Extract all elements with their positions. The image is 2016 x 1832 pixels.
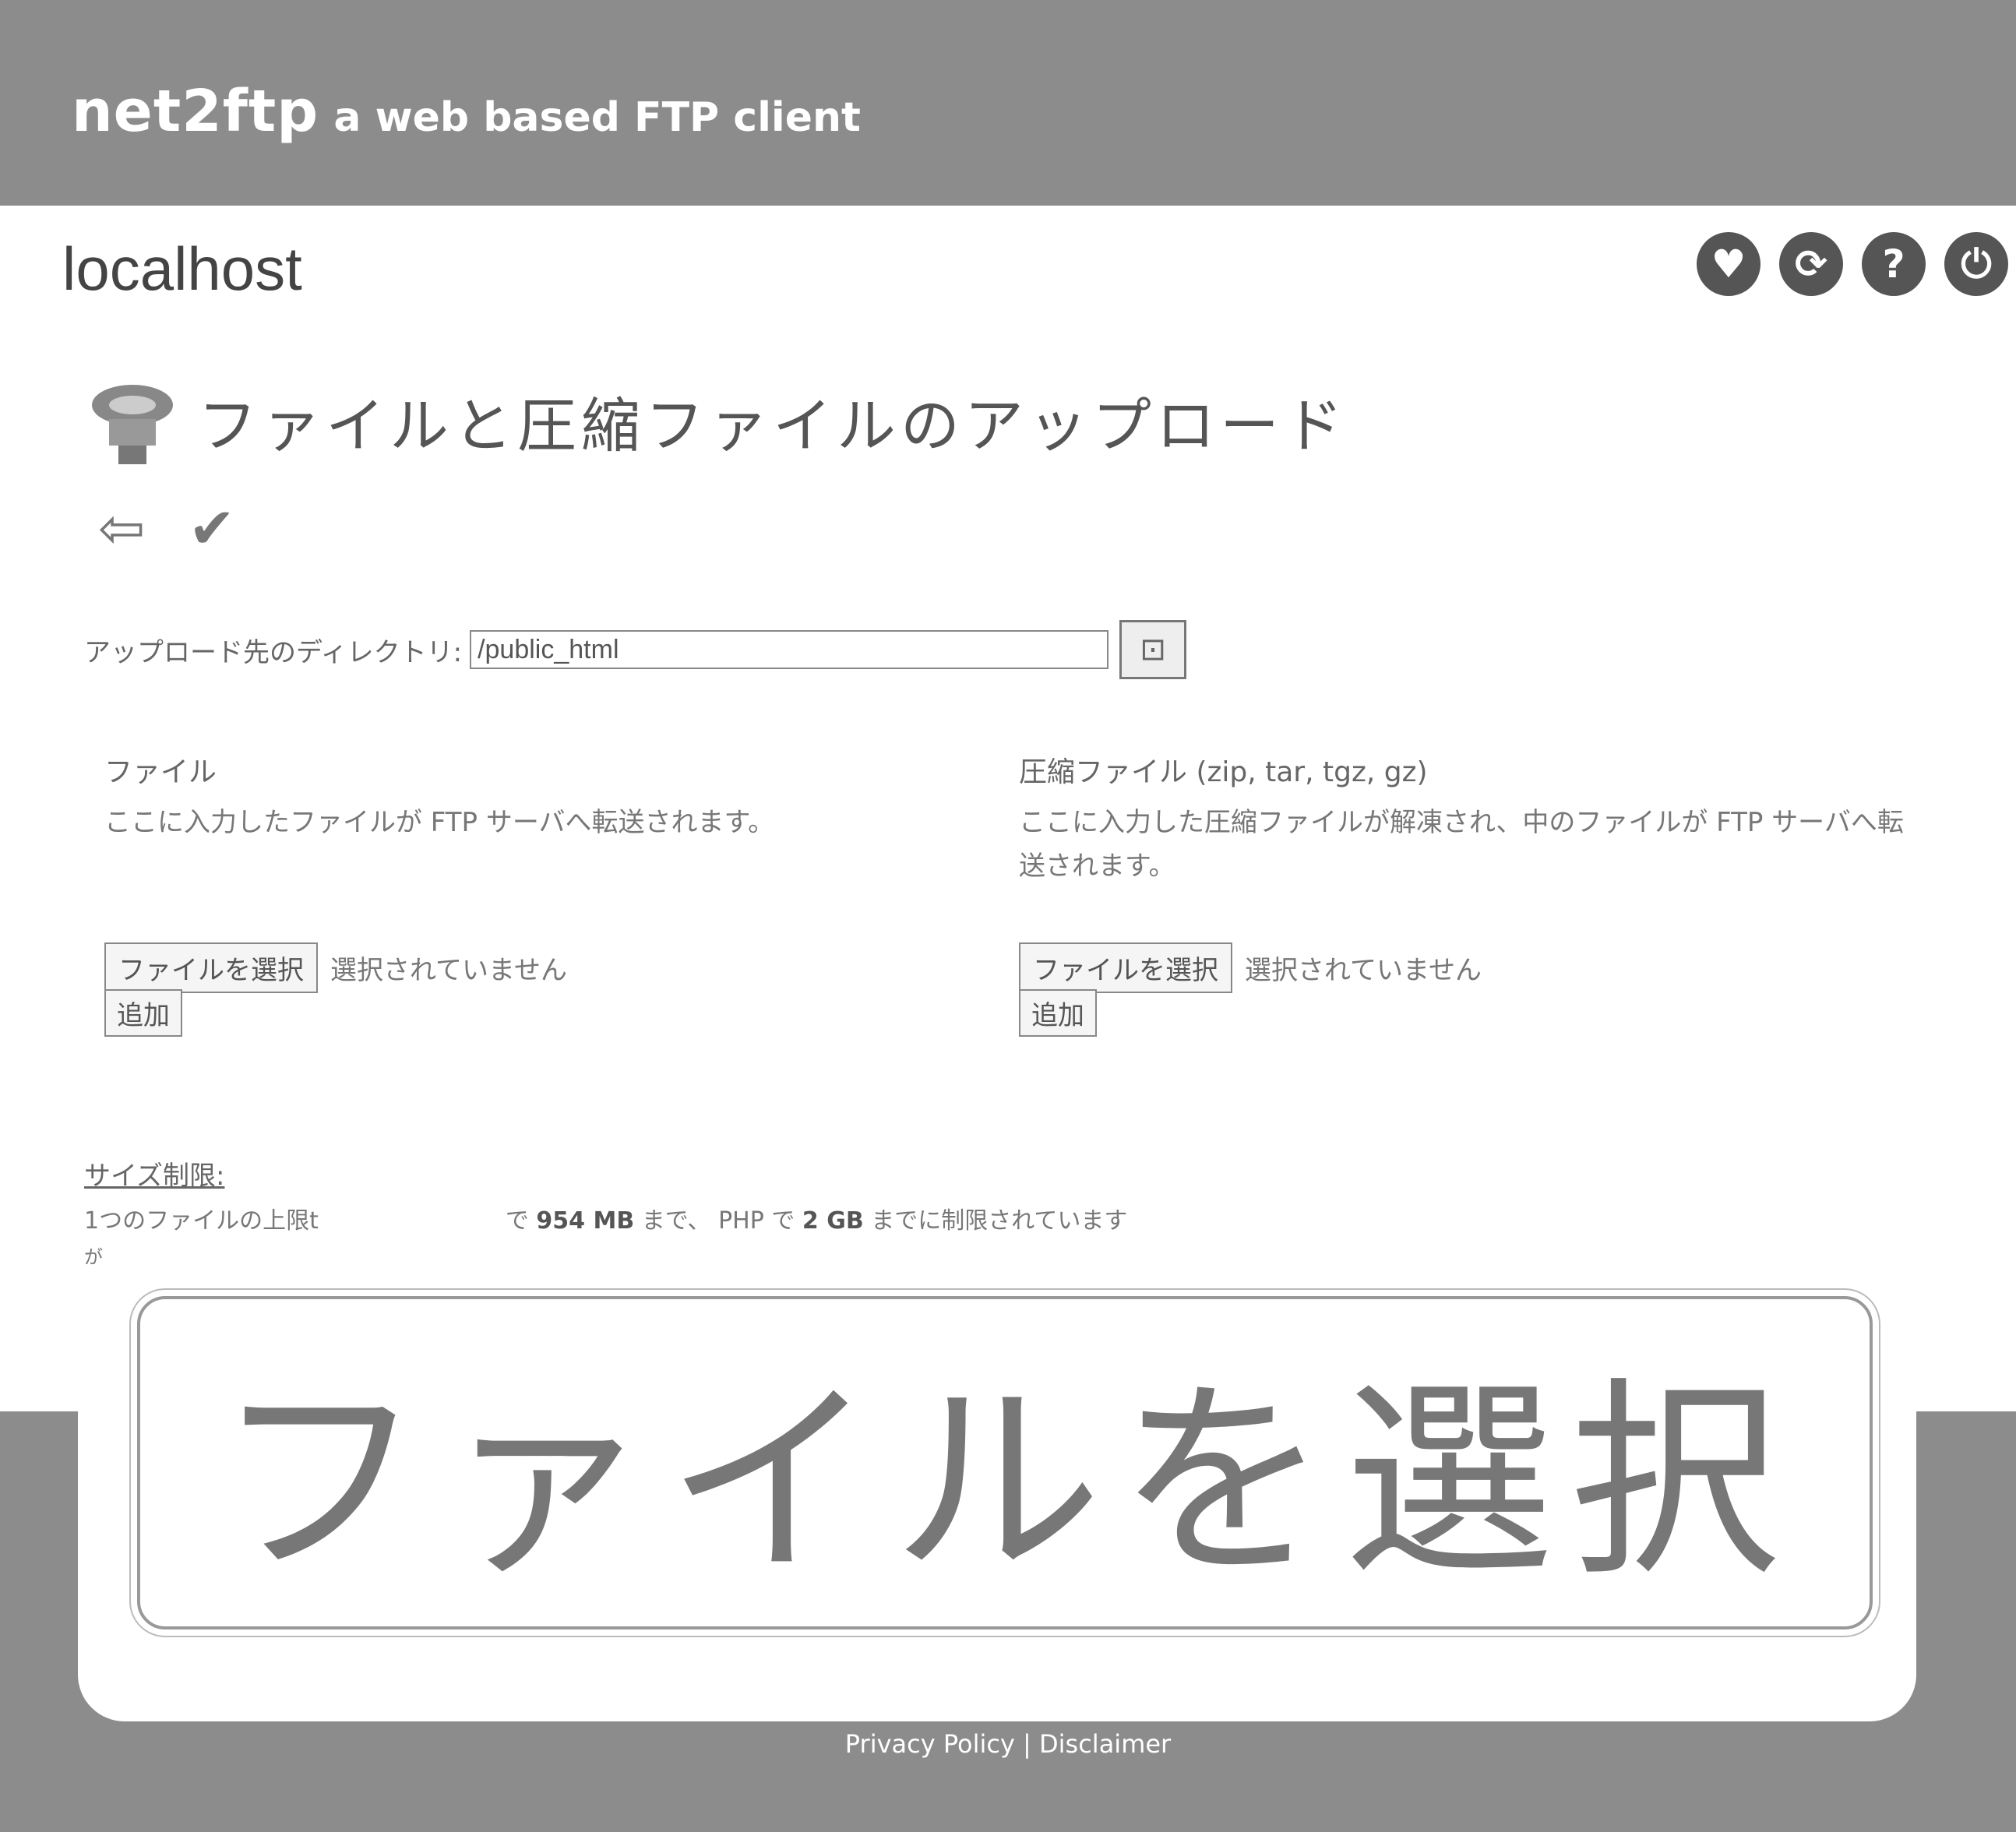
help-icon[interactable]: ? [1862,232,1926,296]
app-header: net2ftp a web based FTP client [0,0,2016,206]
host-title: localhost [62,234,302,303]
directory-label: アップロード先のディレクトリ: [84,636,463,668]
php-size-limit: 2 GB [802,1207,864,1235]
disclaimer-link[interactable]: Disclaimer [1039,1729,1171,1759]
refresh-icon[interactable]: ⟳ [1779,232,1843,296]
files-section: ファイル ここに入力したファイルが FTP サーバへ転送されます。 [104,749,992,844]
page-title: ファイルと圧縮ファイルのアップロード [198,391,1348,460]
no-archive-selected-text: 選択されていません [1245,955,1482,986]
choose-file-button[interactable]: ファイルを選択 [104,942,318,993]
choose-archive-button[interactable]: ファイルを選択 [1019,942,1232,993]
directory-input[interactable] [470,630,1109,669]
logout-icon[interactable]: ⏻ [1944,232,2008,296]
back-arrow-icon[interactable]: ⇦ [92,495,151,561]
brand[interactable]: net2ftp a web based FTP client [72,78,861,145]
top-toolbar: ♥ ⟳ ? ⏻ [1697,232,2008,296]
size-limit-mid: まで、 PHP で [641,1207,795,1235]
choose-file-zoom-overlay[interactable]: ファイルを選択 [129,1288,1880,1637]
size-limit-prefix: 1つのファイルの上限t [84,1207,319,1235]
file-size-limit: 954 MB [536,1207,635,1235]
size-limit-de: で [505,1207,529,1235]
footer-separator: | [1023,1729,1031,1759]
footer: Privacy Policy | Disclaimer [0,1729,2016,1759]
size-limit-text: 1つのファイルの上限t で 954 MB まで、 PHP で 2 GB までに制限… [84,1201,1127,1235]
page-heading: ファイルと圧縮ファイルのアップロード [86,374,1348,467]
directory-row: アップロード先のディレクトリ: ⊡ [84,620,1187,679]
size-limit-heading: サイズ制限: [84,1161,225,1192]
files-title: ファイル [104,756,217,788]
privacy-policy-link[interactable]: Privacy Policy [845,1729,1015,1759]
archives-title: 圧縮ファイル (zip, tar, tgz, gz) [1019,756,1428,788]
upload-icon [86,374,179,467]
size-limit-fragment: が [84,1246,103,1268]
add-archive-button[interactable]: 追加 [1019,989,1097,1037]
brand-tagline: a web based FTP client [333,94,861,141]
files-description: ここに入力したファイルが FTP サーバへ転送されます。 [104,807,775,838]
bookmark-icon[interactable]: ♥ [1697,232,1760,296]
file-chooser: ファイルを選択 選択されていません [104,942,567,993]
browse-directory-button[interactable]: ⊡ [1119,620,1187,679]
add-file-button[interactable]: 追加 [104,989,182,1037]
archive-chooser: ファイルを選択 選択されていません [1019,942,1482,993]
overlay-label: ファイルを選択 [214,1358,1796,1605]
no-file-selected-text: 選択されていません [330,955,567,986]
action-toolbar: ⇦ ✔ [92,495,241,561]
folder-browse-icon: ⊡ [1140,632,1166,668]
checkmark-icon[interactable]: ✔ [182,495,241,561]
size-limit-end: までに制限されています [871,1207,1128,1235]
brand-name: net2ftp [72,78,319,145]
archives-description: ここに入力した圧縮ファイルが解凍され、中のファイルが FTP サーバへ転送されま… [1019,807,1904,882]
archives-section: 圧縮ファイル (zip, tar, tgz, gz) ここに入力した圧縮ファイル… [1019,749,1907,888]
